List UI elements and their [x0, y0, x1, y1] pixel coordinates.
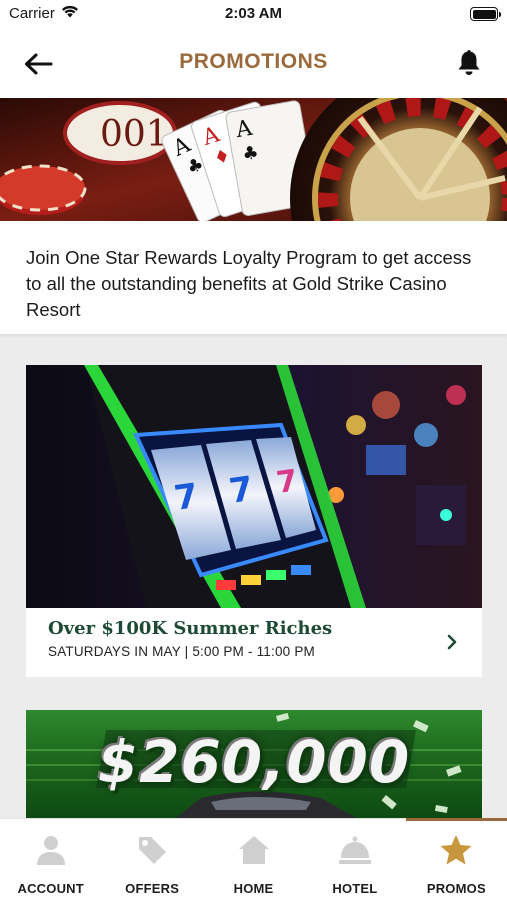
tab-promos[interactable]: PROMOS — [405, 818, 507, 900]
status-bar: Carrier 2:03 AM — [0, 0, 507, 30]
battery-icon — [470, 7, 501, 21]
tab-account[interactable]: ACCOUNT — [0, 819, 101, 900]
chevron-right-icon — [447, 634, 457, 650]
promo-schedule: SATURDAYS IN MAY | 5:00 PM - 11:00 PM — [48, 644, 315, 659]
promo-card[interactable]: $260,000 — [26, 710, 482, 818]
tag-icon — [135, 833, 169, 867]
tab-home-label: HOME — [233, 881, 274, 896]
tab-hotel-label: HOTEL — [332, 881, 378, 896]
tab-offers-label: OFFERS — [125, 881, 180, 896]
tab-promos-label: PROMOS — [426, 881, 486, 896]
tab-account-label: ACCOUNT — [17, 881, 84, 896]
tab-home[interactable]: HOME — [203, 819, 304, 900]
home-icon — [237, 833, 271, 867]
service-bell-icon — [338, 833, 372, 867]
star-icon — [439, 833, 473, 867]
svg-text:001: 001 — [100, 114, 169, 155]
hero-banner-image: 001 A ♣ A ♦ A ♣ — [0, 98, 507, 221]
notifications-button[interactable] — [451, 44, 487, 80]
promo-image-jackpot: $260,000 — [26, 710, 482, 818]
tab-offers[interactable]: OFFERS — [101, 819, 202, 900]
tab-bar: ACCOUNT OFFERS HOME HOTEL PROMOS — [0, 818, 507, 900]
tab-hotel[interactable]: HOTEL — [304, 819, 405, 900]
promo-info: Over $100K Summer Riches SATURDAYS IN MA… — [26, 608, 482, 677]
status-time: 2:03 AM — [225, 5, 282, 22]
promo-image-slot-machine: 7 7 7 — [26, 365, 482, 608]
bell-icon — [458, 50, 480, 75]
person-icon — [34, 833, 68, 867]
promo-title: Over $100K Summer Riches — [48, 618, 333, 639]
promo-card[interactable]: 7 7 7 Over $100K Summer Riches SATURDAYS… — [26, 365, 482, 677]
jackpot-amount: $260,000 — [97, 728, 411, 796]
loyalty-description: Join One Star Rewards Loyalty Program to… — [0, 221, 507, 334]
page-title: PROMOTIONS — [179, 50, 328, 73]
header: PROMOTIONS — [0, 30, 507, 98]
